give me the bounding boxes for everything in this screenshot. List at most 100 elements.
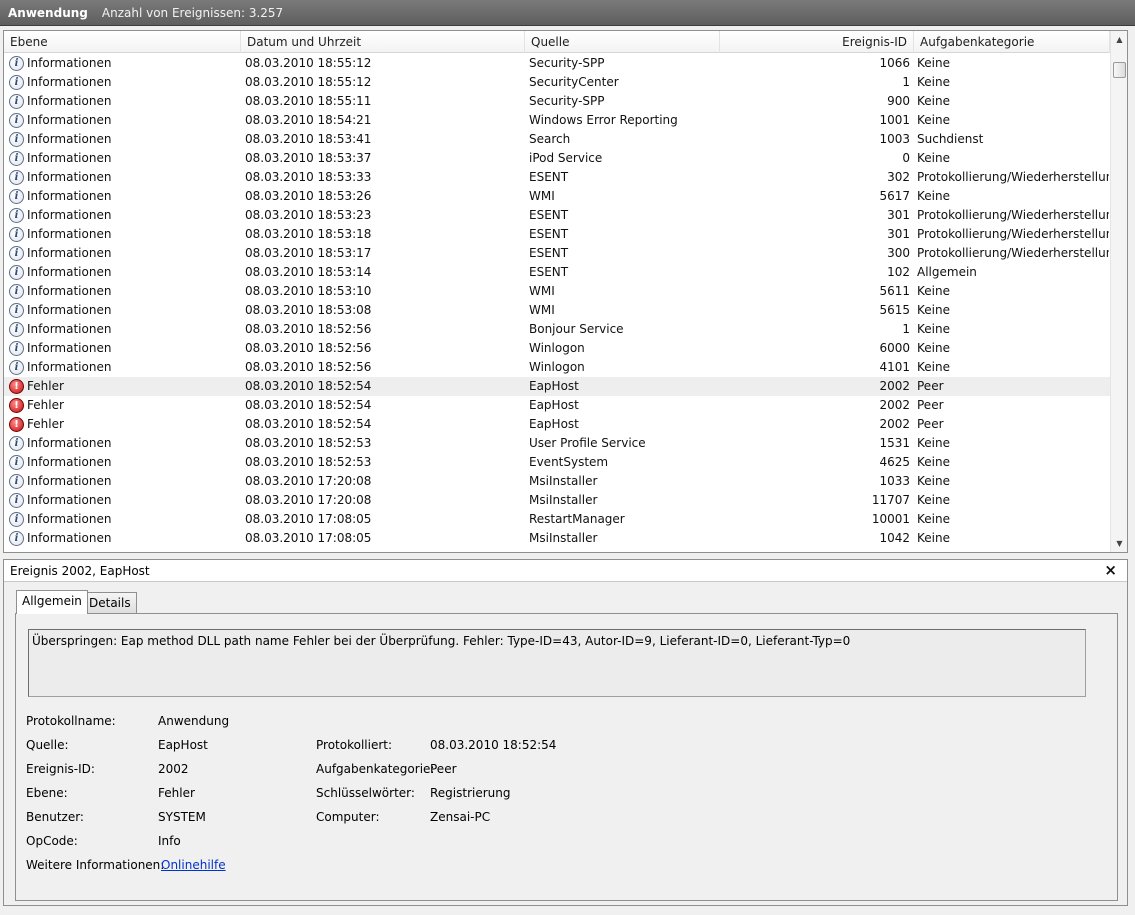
- event-level-text: Informationen: [27, 493, 112, 507]
- event-category-cell: Keine: [917, 303, 950, 317]
- column-header-task-category[interactable]: Aufgabenkategorie: [914, 31, 1110, 53]
- event-source-cell: MsiInstaller: [529, 474, 598, 488]
- event-level-cell: i Informationen: [9, 263, 239, 282]
- event-source-cell: iPod Service: [529, 151, 603, 165]
- event-level-text: Informationen: [27, 151, 112, 165]
- event-row[interactable]: ! Fehler 08.03.2010 18:52:54 EapHost 2002 Pee…: [4, 415, 1110, 434]
- info-icon: i: [9, 113, 24, 128]
- event-row[interactable]: i Informationen 08.03.2010 18:53:37 iPod Se…: [4, 149, 1110, 168]
- event-source-cell: ESENT: [529, 208, 569, 222]
- online-help-link[interactable]: Onlinehilfe: [161, 858, 226, 872]
- event-level-cell: i Informationen: [9, 282, 239, 301]
- event-level-cell: i Informationen: [9, 149, 239, 168]
- event-source-cell: WMI: [529, 284, 555, 298]
- event-id-cell: 4625: [879, 455, 910, 469]
- event-row[interactable]: i Informationen 08.03.2010 18:52:56 Winlogo…: [4, 339, 1110, 358]
- event-row[interactable]: i Informationen 08.03.2010 18:52:56 Bonjour…: [4, 320, 1110, 339]
- info-icon: i: [9, 227, 24, 242]
- event-list[interactable]: Ebene Datum und Uhrzeit Quelle Ereignis-…: [3, 30, 1128, 553]
- event-row[interactable]: i Informationen 08.03.2010 18:53:17 ESENT 30…: [4, 244, 1110, 263]
- info-icon: i: [9, 151, 24, 166]
- event-category-cell: Keine: [917, 56, 950, 70]
- event-row[interactable]: i Informationen 08.03.2010 18:53:26 WMI 5617…: [4, 187, 1110, 206]
- event-level-text: Informationen: [27, 474, 112, 488]
- column-header-date[interactable]: Datum und Uhrzeit: [241, 31, 525, 53]
- info-icon: i: [9, 474, 24, 489]
- event-level-cell: i Informationen: [9, 472, 239, 491]
- label-level: Ebene:: [26, 786, 68, 800]
- event-row[interactable]: i Informationen 08.03.2010 18:52:53 EventSy…: [4, 453, 1110, 472]
- close-icon[interactable]: ×: [1104, 561, 1117, 579]
- column-header-row: Ebene Datum und Uhrzeit Quelle Ereignis-…: [4, 31, 1110, 53]
- event-row[interactable]: i Informationen 08.03.2010 17:08:05 MsiInst…: [4, 529, 1110, 548]
- event-level-cell: i Informationen: [9, 491, 239, 510]
- event-row[interactable]: i Informationen 08.03.2010 18:55:11 Securit…: [4, 92, 1110, 111]
- event-category-cell: Keine: [917, 113, 950, 127]
- event-row[interactable]: i Informationen 08.03.2010 18:53:14 ESENT 10…: [4, 263, 1110, 282]
- event-date-cell: 08.03.2010 18:53:17: [245, 246, 372, 260]
- event-source-cell: EapHost: [529, 379, 579, 393]
- info-icon: i: [9, 512, 24, 527]
- event-row[interactable]: ! Fehler 08.03.2010 18:52:54 EapHost 2002 Pee…: [4, 396, 1110, 415]
- event-level-text: Informationen: [27, 360, 112, 374]
- event-row[interactable]: i Informationen 08.03.2010 18:53:08 WMI 5615…: [4, 301, 1110, 320]
- error-icon: !: [9, 398, 24, 413]
- event-level-text: Informationen: [27, 512, 112, 526]
- event-row[interactable]: ! Fehler 08.03.2010 18:52:54 EapHost 2002 Pee…: [4, 377, 1110, 396]
- event-row[interactable]: i Informationen 08.03.2010 18:53:33 ESENT 30…: [4, 168, 1110, 187]
- event-source-cell: SecurityCenter: [529, 75, 619, 89]
- info-icon: i: [9, 132, 24, 147]
- event-level-text: Informationen: [27, 303, 112, 317]
- event-message[interactable]: Überspringen: Eap method DLL path name F…: [28, 629, 1086, 697]
- event-category-cell: Peer: [917, 417, 944, 431]
- event-row[interactable]: i Informationen 08.03.2010 17:08:05 Restart…: [4, 510, 1110, 529]
- event-id-cell: 11707: [871, 493, 910, 507]
- event-row[interactable]: i Informationen 08.03.2010 18:53:23 ESENT 30…: [4, 206, 1110, 225]
- tab-details[interactable]: Details: [83, 592, 137, 614]
- event-level-text: Informationen: [27, 94, 112, 108]
- event-source-cell: RestartManager: [529, 512, 625, 526]
- event-level-text: Informationen: [27, 56, 112, 70]
- info-icon: i: [9, 455, 24, 470]
- column-header-level[interactable]: Ebene: [4, 31, 241, 53]
- event-row[interactable]: i Informationen 08.03.2010 18:55:12 Securit…: [4, 73, 1110, 92]
- scroll-up-arrow-icon[interactable]: ▲: [1111, 31, 1127, 48]
- event-date-cell: 08.03.2010 18:52:54: [245, 398, 372, 412]
- event-date-cell: 08.03.2010 18:53:23: [245, 208, 372, 222]
- event-row[interactable]: i Informationen 08.03.2010 18:54:21 Windows…: [4, 111, 1110, 130]
- info-icon: i: [9, 531, 24, 546]
- event-date-cell: 08.03.2010 18:54:21: [245, 113, 372, 127]
- event-row[interactable]: i Informationen 08.03.2010 18:52:56 Winlogo…: [4, 358, 1110, 377]
- event-id-cell: 5615: [879, 303, 910, 317]
- event-level-cell: i Informationen: [9, 73, 239, 92]
- event-id-cell: 302: [887, 170, 910, 184]
- event-list-scrollbar[interactable]: ▲ ▼: [1110, 31, 1127, 552]
- event-category-cell: Keine: [917, 360, 950, 374]
- label-event-id: Ereignis-ID:: [26, 762, 95, 776]
- event-row[interactable]: i Informationen 08.03.2010 17:20:08 MsiInst…: [4, 472, 1110, 491]
- event-level-text: Informationen: [27, 227, 112, 241]
- event-row[interactable]: i Informationen 08.03.2010 17:20:08 MsiInst…: [4, 491, 1110, 510]
- event-source-cell: Security-SPP: [529, 94, 605, 108]
- event-level-text: Informationen: [27, 132, 112, 146]
- column-header-source[interactable]: Quelle: [525, 31, 720, 53]
- scroll-thumb[interactable]: [1113, 62, 1126, 78]
- info-icon: i: [9, 189, 24, 204]
- scroll-down-arrow-icon[interactable]: ▼: [1111, 535, 1127, 552]
- event-date-cell: 08.03.2010 18:52:54: [245, 417, 372, 431]
- event-row[interactable]: i Informationen 08.03.2010 18:55:12 Securit…: [4, 54, 1110, 73]
- event-category-cell: Keine: [917, 474, 950, 488]
- column-header-event-id[interactable]: Ereignis-ID: [720, 31, 914, 53]
- event-row[interactable]: i Informationen 08.03.2010 18:53:10 WMI 5611…: [4, 282, 1110, 301]
- event-row[interactable]: i Informationen 08.03.2010 18:53:41 Search 1…: [4, 130, 1110, 149]
- event-date-cell: 08.03.2010 18:53:37: [245, 151, 372, 165]
- event-row[interactable]: i Informationen 08.03.2010 18:52:53 User Pr…: [4, 434, 1110, 453]
- tab-allgemein[interactable]: Allgemein: [16, 590, 88, 614]
- event-category-cell: Keine: [917, 493, 950, 507]
- event-source-cell: Winlogon: [529, 360, 585, 374]
- event-row[interactable]: i Informationen 08.03.2010 18:53:18 ESENT 30…: [4, 225, 1110, 244]
- label-computer: Computer:: [316, 810, 380, 824]
- detail-header: Ereignis 2002, EapHost ×: [4, 560, 1127, 582]
- label-logged: Protokolliert:: [316, 738, 393, 752]
- event-source-cell: MsiInstaller: [529, 531, 598, 545]
